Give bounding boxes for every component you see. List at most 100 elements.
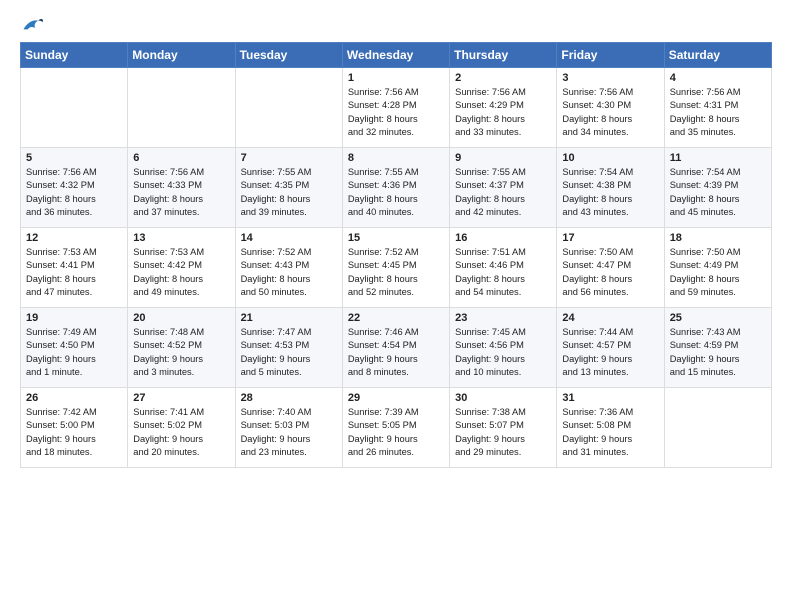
day-cell-26: 26 Sunrise: 7:42 AM Sunset: 5:00 PM Dayli… [21,388,128,468]
day-info-5: Sunrise: 7:56 AM Sunset: 4:32 PM Dayligh… [26,166,122,220]
day-cell-13: 13Sunrise: 7:53 AM Sunset: 4:42 PM Dayli… [128,228,235,308]
day-cell-4: 4 Sunrise: 7:56 AM Sunset: 4:31 PM Daylig… [664,68,771,148]
day-info-6: Sunrise: 7:56 AM Sunset: 4:33 PM Dayligh… [133,166,229,220]
day-info-2: Sunrise: 7:56 AM Sunset: 4:29 PM Dayligh… [455,86,551,140]
weekday-header-friday: Friday [557,43,664,68]
week-row-3: 12Sunrise: 7:53 AM Sunset: 4:41 PM Dayli… [21,228,772,308]
day-info-3: Sunrise: 7:56 AM Sunset: 4:30 PM Dayligh… [562,86,658,140]
day-cell-23: 23 Sunrise: 7:45 AM Sunset: 4:56 PM Dayli… [450,308,557,388]
day-cell-5: 5 Sunrise: 7:56 AM Sunset: 4:32 PM Daylig… [21,148,128,228]
day-info-11: Sunrise: 7:54 AM Sunset: 4:39 PM Dayligh… [670,166,766,220]
day-number-21: 21 [241,312,337,324]
day-number-26: 26 [26,392,122,404]
day-info-21: Sunrise: 7:47 AM Sunset: 4:53 PM Dayligh… [241,326,337,380]
day-number-4: 4 [670,72,766,84]
weekday-header-sunday: Sunday [21,43,128,68]
day-number-3: 3 [562,72,658,84]
day-info-1: Sunrise: 7:56 AM Sunset: 4:28 PM Dayligh… [348,86,444,140]
day-cell-11: 11 Sunrise: 7:54 AM Sunset: 4:39 PM Dayli… [664,148,771,228]
day-number-2: 2 [455,72,551,84]
week-row-2: 5 Sunrise: 7:56 AM Sunset: 4:32 PM Daylig… [21,148,772,228]
day-info-30: Sunrise: 7:38 AM Sunset: 5:07 PM Dayligh… [455,406,551,460]
day-cell-2: 2 Sunrise: 7:56 AM Sunset: 4:29 PM Daylig… [450,68,557,148]
day-cell-16: 16 Sunrise: 7:51 AM Sunset: 4:46 PM Dayli… [450,228,557,308]
weekday-header-thursday: Thursday [450,43,557,68]
day-info-16: Sunrise: 7:51 AM Sunset: 4:46 PM Dayligh… [455,246,551,300]
calendar-table: SundayMondayTuesdayWednesdayThursdayFrid… [20,42,772,468]
day-number-25: 25 [670,312,766,324]
day-cell-30: 30 Sunrise: 7:38 AM Sunset: 5:07 PM Dayli… [450,388,557,468]
header [20,16,772,34]
day-info-7: Sunrise: 7:55 AM Sunset: 4:35 PM Dayligh… [241,166,337,220]
day-cell-17: 17 Sunrise: 7:50 AM Sunset: 4:47 PM Dayli… [557,228,664,308]
weekday-header-tuesday: Tuesday [235,43,342,68]
weekday-header-wednesday: Wednesday [342,43,449,68]
day-cell-27: 27 Sunrise: 7:41 AM Sunset: 5:02 PM Dayli… [128,388,235,468]
empty-cell [664,388,771,468]
day-info-8: Sunrise: 7:55 AM Sunset: 4:36 PM Dayligh… [348,166,444,220]
day-info-17: Sunrise: 7:50 AM Sunset: 4:47 PM Dayligh… [562,246,658,300]
day-number-1: 1 [348,72,444,84]
day-number-7: 7 [241,152,337,164]
week-row-4: 19 Sunrise: 7:49 AM Sunset: 4:50 PM Dayli… [21,308,772,388]
day-cell-3: 3 Sunrise: 7:56 AM Sunset: 4:30 PM Daylig… [557,68,664,148]
weekday-header-row: SundayMondayTuesdayWednesdayThursdayFrid… [21,43,772,68]
day-cell-10: 10 Sunrise: 7:54 AM Sunset: 4:38 PM Dayli… [557,148,664,228]
logo [20,16,44,34]
day-cell-12: 12Sunrise: 7:53 AM Sunset: 4:41 PM Dayli… [21,228,128,308]
day-cell-1: 1 Sunrise: 7:56 AM Sunset: 4:28 PM Daylig… [342,68,449,148]
day-cell-7: 7 Sunrise: 7:55 AM Sunset: 4:35 PM Daylig… [235,148,342,228]
day-info-27: Sunrise: 7:41 AM Sunset: 5:02 PM Dayligh… [133,406,229,460]
day-number-23: 23 [455,312,551,324]
day-info-28: Sunrise: 7:40 AM Sunset: 5:03 PM Dayligh… [241,406,337,460]
day-number-27: 27 [133,392,229,404]
day-cell-8: 8 Sunrise: 7:55 AM Sunset: 4:36 PM Daylig… [342,148,449,228]
day-number-14: 14 [241,232,337,244]
day-number-8: 8 [348,152,444,164]
empty-cell [21,68,128,148]
day-number-9: 9 [455,152,551,164]
day-cell-15: 15Sunrise: 7:52 AM Sunset: 4:45 PM Dayli… [342,228,449,308]
day-info-23: Sunrise: 7:45 AM Sunset: 4:56 PM Dayligh… [455,326,551,380]
day-info-20: Sunrise: 7:48 AM Sunset: 4:52 PM Dayligh… [133,326,229,380]
weekday-header-saturday: Saturday [664,43,771,68]
empty-cell [128,68,235,148]
day-cell-22: 22Sunrise: 7:46 AM Sunset: 4:54 PM Dayli… [342,308,449,388]
day-number-30: 30 [455,392,551,404]
week-row-1: 1 Sunrise: 7:56 AM Sunset: 4:28 PM Daylig… [21,68,772,148]
day-number-24: 24 [562,312,658,324]
day-cell-31: 31 Sunrise: 7:36 AM Sunset: 5:08 PM Dayli… [557,388,664,468]
day-info-18: Sunrise: 7:50 AM Sunset: 4:49 PM Dayligh… [670,246,766,300]
day-number-31: 31 [562,392,658,404]
day-info-4: Sunrise: 7:56 AM Sunset: 4:31 PM Dayligh… [670,86,766,140]
day-info-24: Sunrise: 7:44 AM Sunset: 4:57 PM Dayligh… [562,326,658,380]
day-info-31: Sunrise: 7:36 AM Sunset: 5:08 PM Dayligh… [562,406,658,460]
logo-bird-icon [22,16,44,34]
day-number-6: 6 [133,152,229,164]
day-number-20: 20 [133,312,229,324]
day-number-19: 19 [26,312,122,324]
day-info-26: Sunrise: 7:42 AM Sunset: 5:00 PM Dayligh… [26,406,122,460]
day-number-28: 28 [241,392,337,404]
day-cell-29: 29Sunrise: 7:39 AM Sunset: 5:05 PM Dayli… [342,388,449,468]
day-info-13: Sunrise: 7:53 AM Sunset: 4:42 PM Dayligh… [133,246,229,300]
day-info-19: Sunrise: 7:49 AM Sunset: 4:50 PM Dayligh… [26,326,122,380]
day-number-12: 12 [26,232,122,244]
day-number-11: 11 [670,152,766,164]
day-number-10: 10 [562,152,658,164]
day-cell-20: 20 Sunrise: 7:48 AM Sunset: 4:52 PM Dayli… [128,308,235,388]
weekday-header-monday: Monday [128,43,235,68]
day-number-22: 22 [348,312,444,324]
day-number-29: 29 [348,392,444,404]
day-number-5: 5 [26,152,122,164]
day-info-10: Sunrise: 7:54 AM Sunset: 4:38 PM Dayligh… [562,166,658,220]
day-info-25: Sunrise: 7:43 AM Sunset: 4:59 PM Dayligh… [670,326,766,380]
day-number-16: 16 [455,232,551,244]
day-cell-18: 18Sunrise: 7:50 AM Sunset: 4:49 PM Dayli… [664,228,771,308]
day-cell-14: 14Sunrise: 7:52 AM Sunset: 4:43 PM Dayli… [235,228,342,308]
day-cell-6: 6 Sunrise: 7:56 AM Sunset: 4:33 PM Daylig… [128,148,235,228]
day-cell-25: 25 Sunrise: 7:43 AM Sunset: 4:59 PM Dayli… [664,308,771,388]
day-number-17: 17 [562,232,658,244]
day-cell-21: 21 Sunrise: 7:47 AM Sunset: 4:53 PM Dayli… [235,308,342,388]
day-cell-19: 19 Sunrise: 7:49 AM Sunset: 4:50 PM Dayli… [21,308,128,388]
